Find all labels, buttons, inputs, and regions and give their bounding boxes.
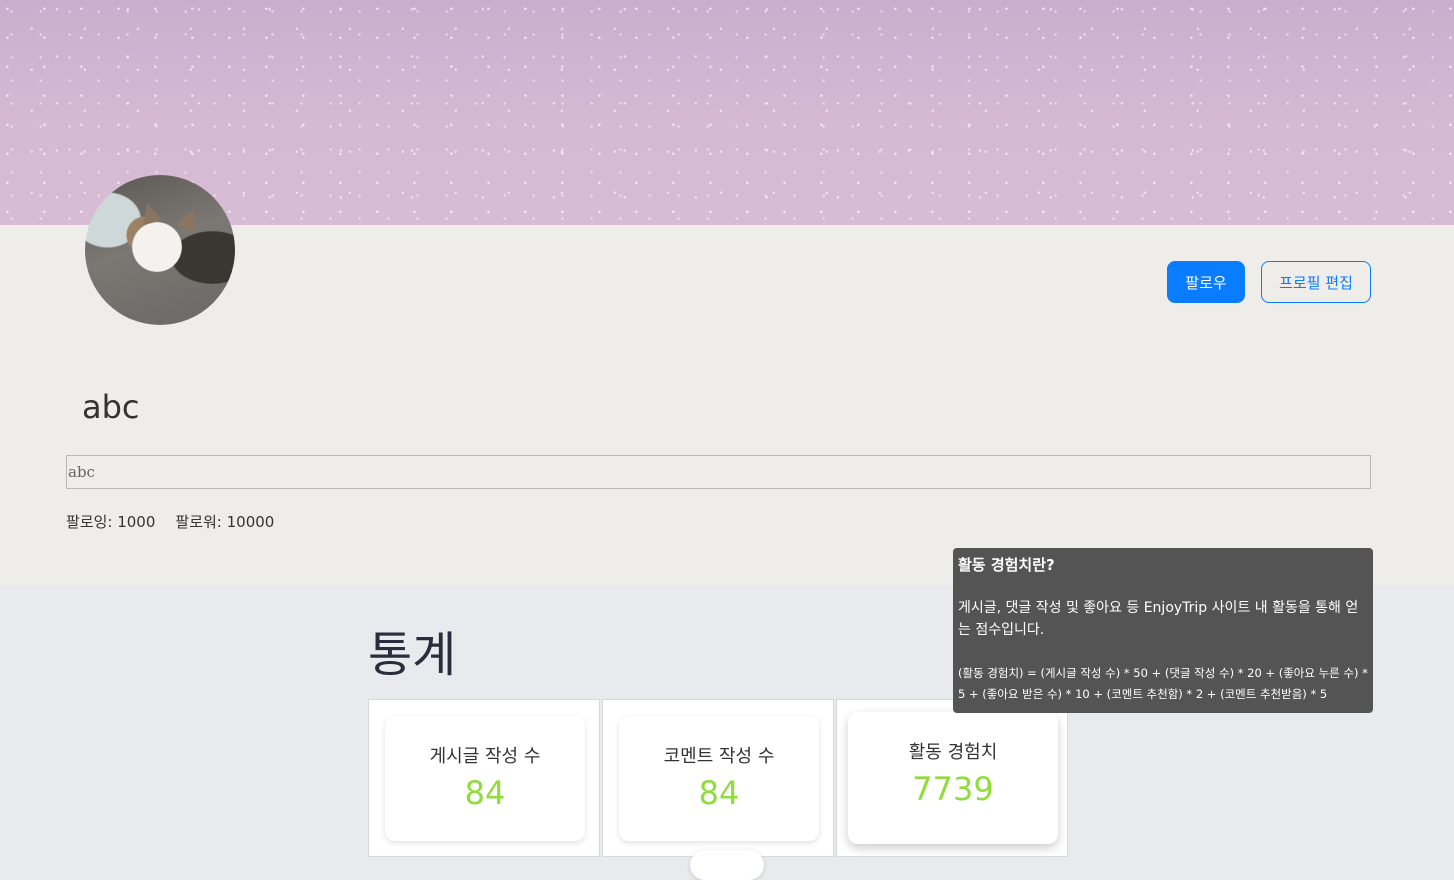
stat-card-label: 활동 경험치 <box>908 742 998 763</box>
stat-card-posts: 게시글 작성 수 84 <box>385 716 585 841</box>
floating-action-button[interactable] <box>690 850 764 880</box>
username: abc <box>82 388 140 426</box>
following-count[interactable]: 팔로잉: 1000 <box>66 511 155 532</box>
tooltip-formula: (활동 경험치) = (게시글 작성 수) * 50 + (댓글 작성 수) *… <box>958 666 1368 701</box>
stat-card-label: 게시글 작성 수 <box>429 746 541 767</box>
stat-card-label: 코멘트 작성 수 <box>663 746 775 767</box>
stat-card-value: 84 <box>464 774 506 812</box>
avatar-cat-ear <box>137 200 163 226</box>
stat-card-comments: 코멘트 작성 수 84 <box>619 716 819 841</box>
stat-card-container: 코멘트 작성 수 84 <box>602 699 834 857</box>
experience-tooltip: 활동 경험치란? 게시글, 댓글 작성 및 좋아요 등 EnjoyTrip 사이… <box>953 548 1373 713</box>
stats-title: 통계 <box>368 627 457 683</box>
avatar[interactable] <box>85 175 235 325</box>
tooltip-title: 활동 경험치란? <box>958 556 1055 574</box>
avatar-cat-ear <box>176 205 204 233</box>
stat-card-container: 게시글 작성 수 84 <box>368 699 600 857</box>
stat-card-experience[interactable]: 활동 경험치 7739 <box>848 712 1058 844</box>
follower-count[interactable]: 팔로워: 10000 <box>175 511 274 532</box>
follow-stats: 팔로잉: 1000 팔로워: 10000 <box>66 511 274 532</box>
profile-banner-image <box>0 0 1454 225</box>
edit-profile-button[interactable]: 프로필 편집 <box>1261 261 1371 303</box>
stat-card-value: 84 <box>698 774 740 812</box>
stat-card-value: 7739 <box>912 770 994 808</box>
tooltip-description: 게시글, 댓글 작성 및 좋아요 등 EnjoyTrip 사이트 내 활동을 통… <box>958 600 1359 638</box>
stat-card-container: 활동 경험치 7739 <box>836 699 1068 857</box>
follow-button[interactable]: 팔로우 <box>1167 261 1245 303</box>
bio-field[interactable] <box>66 455 1371 489</box>
